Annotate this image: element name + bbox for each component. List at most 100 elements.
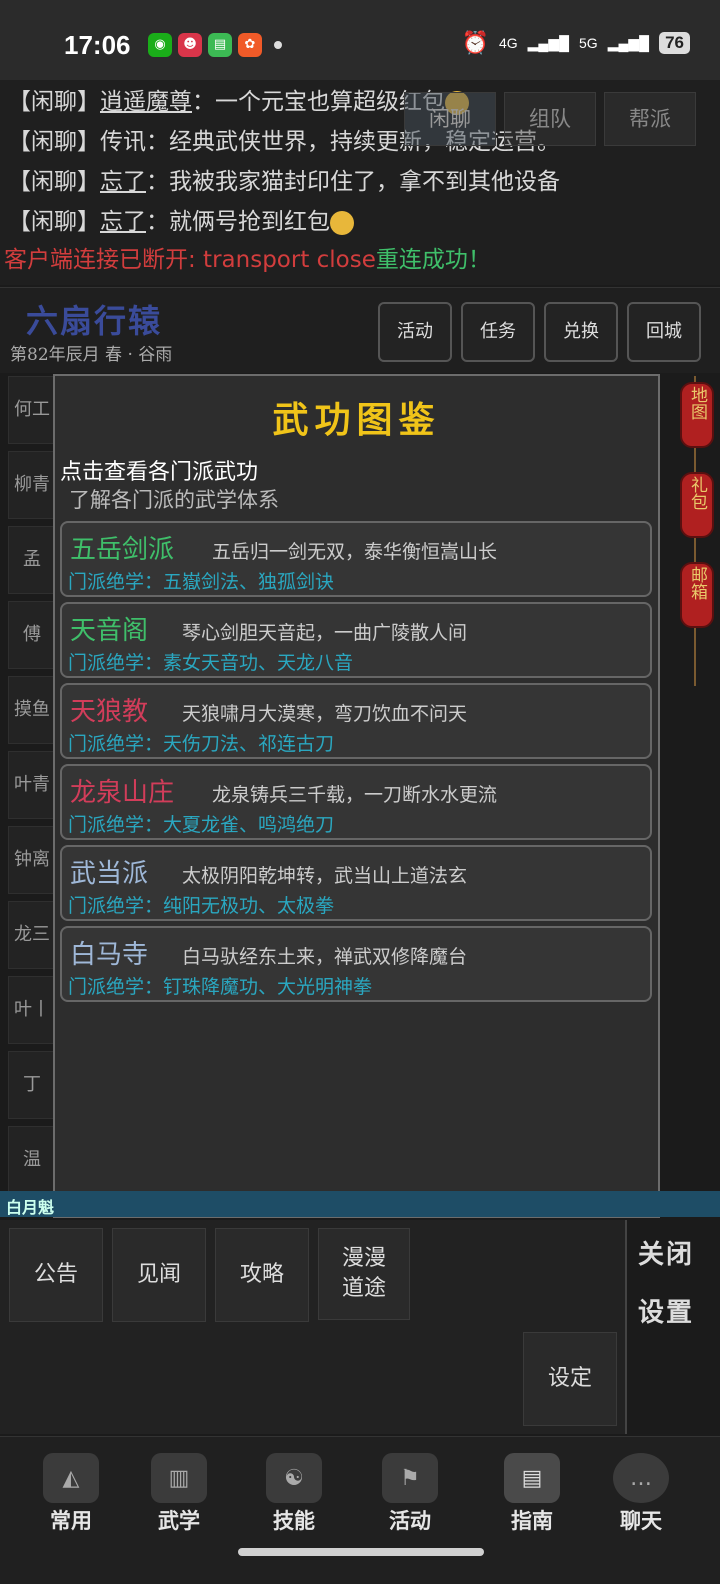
npc-list: 何工 柳青 孟 傅 摸鱼 叶青 钟离 龙三 叶丨 丁 温: [8, 376, 56, 1201]
sect-skills: 门派绝学：钉珠降魔功、大光明神拳: [68, 976, 373, 998]
close-button[interactable]: 关闭: [638, 1234, 694, 1271]
more-notifications-icon: [274, 41, 282, 49]
nav-common[interactable]: ◭ 常用: [26, 1453, 116, 1535]
chat-line: 【闲聊】忘了：就俩号抢到红包: [8, 202, 354, 236]
chat-channel-tag: 【闲聊】: [8, 129, 100, 155]
alarm-icon: ⏰: [461, 30, 489, 55]
clock: 17:06: [64, 30, 131, 60]
activity-button[interactable]: 活动: [378, 302, 452, 362]
sect-motto: 琴心剑胆天音起，一曲广陵散人间: [182, 622, 468, 644]
sect-motto: 天狼啸月大漠寒，弯刀饮血不问天: [182, 703, 468, 725]
sect-name: 白马寺: [70, 940, 149, 970]
mail-lantern-button[interactable]: 邮箱: [680, 562, 714, 628]
npc-item[interactable]: 钟离: [8, 826, 56, 894]
reconnect-message: 重连成功！: [375, 247, 491, 273]
wechat-icon: ◉: [148, 33, 172, 57]
sect-card-tianyin[interactable]: 天音阁 琴心剑胆天音起，一曲广陵散人间 门派绝学：素女天音功、天龙八音: [60, 602, 652, 678]
sect-card-wudang[interactable]: 武当派 太极阴阳乾坤转，武当山上道法玄 门派绝学：纯阳无极功、太极拳: [60, 845, 652, 921]
home-indicator[interactable]: [238, 1548, 484, 1556]
sect-card-longquan[interactable]: 龙泉山庄 龙泉铸兵三千载，一刀断水水更流 门派绝学：大夏龙雀、鸣鸿绝刀: [60, 764, 652, 840]
sect-skills: 门派绝学：天伤刀法、祁连古刀: [68, 733, 335, 755]
nav-label: 聊天: [620, 1508, 662, 1533]
sect-skills: 门派绝学：大夏龙雀、鸣鸿绝刀: [68, 814, 335, 836]
chat-username[interactable]: 忘了: [100, 209, 146, 235]
npc-item[interactable]: 叶青: [8, 751, 56, 819]
sect-motto: 白马驮经东土来，禅武双修降魔台: [182, 946, 468, 968]
npc-item[interactable]: 孟: [8, 526, 56, 594]
chat-channel-tag: 【闲聊】: [8, 169, 100, 195]
signal-bars-icon: ▂▄▆█: [607, 34, 650, 51]
npc-item[interactable]: 柳青: [8, 451, 56, 519]
configure-button[interactable]: 设定: [523, 1332, 617, 1426]
sect-skills: 门派绝学：五嶽剑法、独孤剑诀: [68, 571, 335, 593]
sect-name: 武当派: [70, 859, 149, 889]
sect-name: 天音阁: [70, 616, 149, 646]
status-bar: 17:06 ◉ ☻ ▤ ✿ ⏰ 4G ▂▄▆█ 5G ▂▄▆█ 76: [0, 0, 720, 80]
tab-chat[interactable]: 闲聊: [404, 92, 496, 146]
npc-item[interactable]: 何工: [8, 376, 56, 444]
chat-channel-tag: 【闲聊】: [8, 89, 100, 115]
nav-skills[interactable]: ☯ 技能: [249, 1453, 339, 1535]
npc-item[interactable]: 叶丨: [8, 976, 56, 1044]
tab-team[interactable]: 组队: [504, 92, 596, 146]
npc-item[interactable]: 傅: [8, 601, 56, 669]
chat-channel-tabs: 闲聊 组队 帮派: [404, 92, 696, 146]
info-strip: [0, 1191, 720, 1217]
mail-label: 邮箱: [687, 566, 707, 600]
chat-username[interactable]: 忘了: [100, 169, 146, 195]
sect-name: 五岳剑派: [70, 535, 175, 565]
npc-item[interactable]: 丁: [8, 1051, 56, 1119]
game-app-icon: ☻: [178, 33, 202, 57]
npc-item[interactable]: 温: [8, 1126, 56, 1194]
settings-button[interactable]: 设置: [638, 1292, 694, 1329]
chat-username[interactable]: 逍遥魔尊: [100, 89, 192, 115]
npc-item[interactable]: 摸鱼: [8, 676, 56, 744]
book-icon: ▤: [504, 1453, 560, 1503]
chat-username: 传讯: [100, 129, 146, 155]
sect-name: 天狼教: [70, 697, 149, 727]
gift-lantern-button[interactable]: 礼包: [680, 472, 714, 538]
nav-label: 活动: [389, 1508, 431, 1533]
nav-martial-arts[interactable]: ▥ 武学: [134, 1453, 224, 1535]
bottom-panel: 公告 见闻 攻略 漫漫道途 设定: [0, 1220, 627, 1434]
signal-bars-icon: ▂▄▆█: [527, 34, 570, 51]
sect-card-tianlang[interactable]: 天狼教 天狼啸月大漠寒，弯刀饮血不问天 门派绝学：天伤刀法、祁连古刀: [60, 683, 652, 759]
martial-artist-icon: ☯: [266, 1453, 322, 1503]
npc-item[interactable]: 龙三: [8, 901, 56, 969]
thinking-emoji-icon: [330, 210, 354, 235]
battery-indicator: 76: [659, 32, 690, 54]
dialog-description: 了解各门派的武学体系: [69, 488, 279, 512]
signal-4g: 4G: [498, 35, 518, 51]
scroll-icon: ▥: [151, 1453, 207, 1503]
sect-motto: 太极阴阳乾坤转，武当山上道法玄: [182, 865, 468, 887]
location-header: 六扇行辕 第82年辰月 春 · 谷雨 活动 任务 兑换 回城: [0, 287, 720, 373]
nav-chat[interactable]: … 聊天: [596, 1453, 686, 1535]
dialog-subtitle: 点击查看各门派武功: [60, 460, 259, 485]
sect-card-wuyue[interactable]: 五岳剑派 五岳归一剑无双，泰华衡恒嵩山长 门派绝学：五嶽剑法、独孤剑诀: [60, 521, 652, 597]
sect-motto: 龙泉铸兵三千载，一刀断水水更流: [212, 784, 498, 806]
chat-message: ：我被我家猫封印住了，拿不到其他设备: [146, 169, 560, 195]
map-lantern-button[interactable]: 地图: [680, 382, 714, 448]
guide-button[interactable]: 攻略: [215, 1228, 309, 1322]
quest-button[interactable]: 任务: [461, 302, 535, 362]
news-button[interactable]: 见闻: [112, 1228, 206, 1322]
sect-card-baima[interactable]: 白马寺 白马驮经东土来，禅武双修降魔台 门派绝学：钉珠降魔功、大光明神拳: [60, 926, 652, 1002]
return-city-button[interactable]: 回城: [627, 302, 701, 362]
sect-skills: 门派绝学：纯阳无极功、太极拳: [68, 895, 335, 917]
bottom-navigation: ◭ 常用 ▥ 武学 ☯ 技能 ⚑ 活动 ▤ 指南 … 聊天: [0, 1436, 720, 1584]
straw-hat-icon: ◭: [43, 1453, 99, 1503]
game-date: 第82年辰月 春 · 谷雨: [10, 345, 173, 365]
strip-text: 白月魁: [6, 1198, 55, 1217]
chat-line: 【闲聊】逍遥魔尊：一个元宝也算超级红包: [8, 82, 469, 116]
exchange-button[interactable]: 兑换: [544, 302, 618, 362]
tab-guild[interactable]: 帮派: [604, 92, 696, 146]
long-road-button[interactable]: 漫漫道途: [318, 1228, 410, 1320]
gift-label: 礼包: [687, 476, 707, 510]
nav-activities[interactable]: ⚑ 活动: [365, 1453, 455, 1535]
sect-name: 龙泉山庄: [70, 778, 175, 808]
nav-guide[interactable]: ▤ 指南: [487, 1453, 577, 1535]
martial-arts-codex-dialog: 武功图鉴 点击查看各门派武功 了解各门派的武学体系 五岳剑派 五岳归一剑无双，泰…: [53, 374, 660, 1218]
nav-label: 指南: [511, 1508, 553, 1533]
disconnect-message: 客户端连接已断开: transport close: [4, 247, 376, 273]
announcement-button[interactable]: 公告: [9, 1228, 103, 1322]
